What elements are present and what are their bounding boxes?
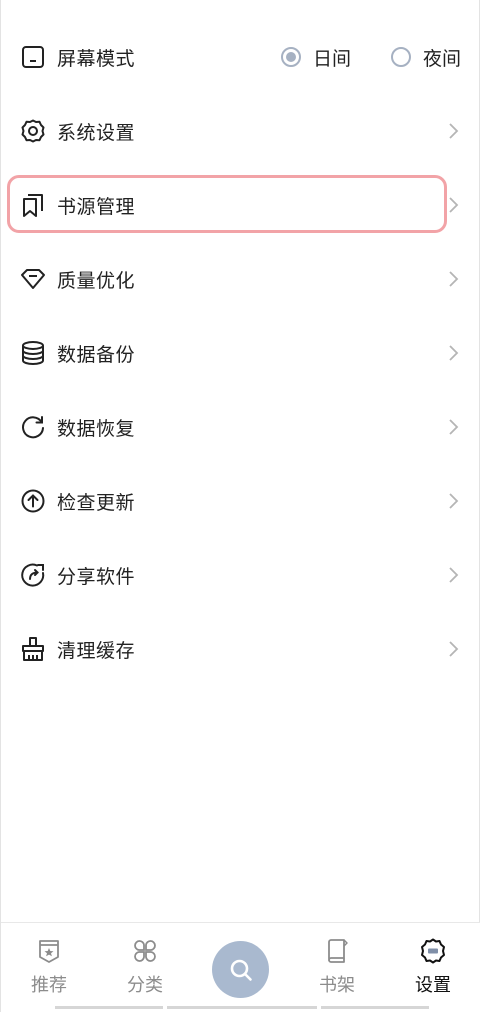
chevron-right-icon — [447, 344, 459, 362]
settings-menu: 屏幕模式 日间 夜间 系统设置 书源管理 质量优化 数据备份 数据恢复 检查更新… — [1, 20, 480, 686]
bottom-tab-bar: 推荐 分类 书架 设置 — [1, 922, 480, 1012]
screen-mode-options: 日间 夜间 — [280, 20, 461, 94]
menu-item-share[interactable]: 分享软件 — [1, 538, 480, 612]
settings-gear-icon — [419, 937, 447, 965]
settings-screen: 屏幕模式 日间 夜间 系统设置 书源管理 质量优化 数据备份 数据恢复 检查更新… — [0, 0, 480, 1012]
tab-label: 书架 — [319, 975, 355, 996]
menu-item-clear-cache[interactable]: 清理缓存 — [1, 612, 480, 686]
screen-mode-row: 屏幕模式 日间 夜间 — [1, 20, 480, 94]
clover-grid-icon — [131, 937, 159, 965]
chevron-right-icon — [447, 566, 459, 584]
tab-recommend[interactable]: 推荐 — [1, 923, 97, 1012]
gear-icon — [19, 117, 47, 145]
day-mode-radio[interactable] — [280, 47, 301, 67]
menu-item-check-update[interactable]: 检查更新 — [1, 464, 480, 538]
upload-circle-icon — [19, 487, 47, 515]
tab-label: 分类 — [127, 975, 163, 996]
menu-item-backup[interactable]: 数据备份 — [1, 316, 480, 390]
nav-indicator-center — [167, 1006, 317, 1009]
menu-item-label: 书源管理 — [57, 195, 136, 218]
diamond-icon — [19, 265, 47, 293]
day-mode-option[interactable]: 日间 — [280, 44, 351, 71]
share-circle-icon — [19, 561, 47, 589]
menu-item-label: 数据恢复 — [57, 417, 136, 440]
refresh-icon — [19, 413, 47, 441]
search-button[interactable] — [212, 941, 269, 998]
chevron-right-icon — [447, 122, 459, 140]
night-mode-option[interactable]: 夜间 — [390, 44, 461, 71]
tab-bookshelf[interactable]: 书架 — [289, 923, 385, 1012]
nav-indicator-right — [321, 1006, 429, 1009]
nav-indicator-left — [55, 1006, 163, 1009]
tab-settings[interactable]: 设置 — [385, 923, 480, 1012]
book-icon — [323, 937, 351, 965]
database-icon — [19, 339, 47, 367]
bookmark-icon — [19, 191, 47, 219]
broom-icon — [19, 635, 47, 663]
chevron-right-icon — [447, 492, 459, 510]
menu-item-label: 数据备份 — [57, 343, 136, 366]
menu-item-label: 检查更新 — [57, 491, 136, 514]
night-mode-radio[interactable] — [390, 47, 411, 67]
search-icon — [228, 957, 254, 983]
chevron-right-icon — [447, 196, 459, 214]
menu-item-label: 质量优化 — [57, 269, 136, 292]
menu-item-book-source[interactable]: 书源管理 — [1, 168, 480, 242]
chevron-right-icon — [447, 418, 459, 436]
menu-item-restore[interactable]: 数据恢复 — [1, 390, 480, 464]
day-mode-label: 日间 — [312, 47, 351, 70]
tab-label: 推荐 — [31, 975, 67, 996]
screen-mode-label: 屏幕模式 — [57, 47, 136, 70]
chevron-right-icon — [447, 270, 459, 288]
menu-item-label: 清理缓存 — [57, 639, 136, 662]
screen-icon — [19, 43, 47, 71]
chevron-right-icon — [447, 640, 459, 658]
tab-label: 设置 — [415, 975, 451, 996]
badge-star-icon — [35, 937, 63, 965]
night-mode-label: 夜间 — [422, 47, 461, 70]
menu-item-label: 分享软件 — [57, 565, 136, 588]
menu-item-label: 系统设置 — [57, 121, 136, 144]
menu-item-quality[interactable]: 质量优化 — [1, 242, 480, 316]
tab-category[interactable]: 分类 — [97, 923, 193, 1012]
menu-item-system-settings[interactable]: 系统设置 — [1, 94, 480, 168]
